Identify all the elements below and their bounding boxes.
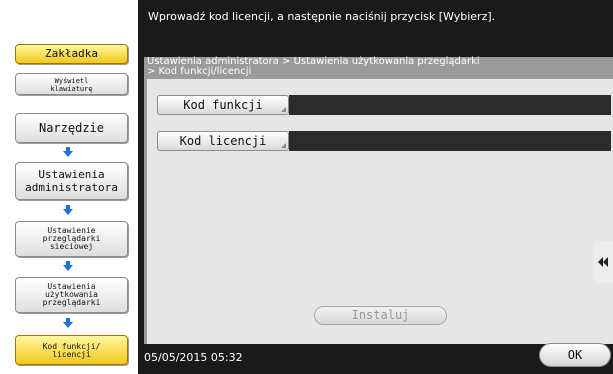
license-code-field[interactable] [289, 131, 611, 151]
arrow-down-icon [63, 318, 73, 328]
sidebar-item-label: Ustawienia administratora [25, 168, 118, 194]
sidebar-item-label: Kod funkcji/ licencji [42, 342, 101, 359]
license-code-label: Kod licencji [179, 134, 267, 148]
corner-indicator-icon [281, 107, 286, 112]
ok-button[interactable]: OK [539, 343, 611, 367]
status-datetime: 05/05/2015 05:32 [144, 351, 243, 364]
sidebar-item-web-browser-setting[interactable]: Ustawienie przeglądarki sieciowej [15, 221, 128, 257]
sidebar-item-tool[interactable]: Narzędzie [15, 113, 128, 143]
content-area: Kod funkcji Kod licencji Instaluj [147, 79, 613, 344]
arrow-down-icon [63, 147, 73, 157]
tab-button[interactable]: Zakładka [15, 44, 128, 64]
double-arrow-left-icon [598, 257, 608, 267]
side-panel-tab[interactable] [593, 241, 613, 283]
sidebar: Zakładka Wyświetl klawiaturę Narzędzie U… [0, 0, 138, 374]
sidebar-item-function-license-code[interactable]: Kod funkcji/ licencji [15, 335, 128, 365]
sidebar-item-label: Ustawienie przeglądarki sieciowej [42, 226, 101, 251]
sidebar-item-label: Narzędzie [38, 121, 105, 135]
settings-panel: Ustawienia administratora > Ustawienia u… [144, 57, 613, 344]
instruction-message: Wprowadź kod licencji, a następnie naciś… [148, 10, 496, 23]
function-code-button[interactable]: Kod funkcji [157, 95, 289, 115]
arrow-down-icon [63, 261, 73, 271]
install-button[interactable]: Instaluj [314, 306, 447, 325]
show-keyboard-label: Wyświetl klawiaturę [50, 77, 93, 93]
license-code-button[interactable]: Kod licencji [157, 131, 289, 151]
function-code-field[interactable] [289, 95, 611, 115]
sidebar-item-browser-usage-settings[interactable]: Ustawienia użytkowania przeglądarki [15, 277, 128, 313]
breadcrumb: Ustawienia administratora > Ustawienia u… [147, 56, 480, 77]
main-panel: Wprowadź kod licencji, a następnie naciś… [138, 0, 613, 374]
show-keyboard-button[interactable]: Wyświetl klawiaturę [15, 73, 128, 95]
tab-button-label: Zakładka [45, 47, 98, 60]
sidebar-item-admin-settings[interactable]: Ustawienia administratora [15, 162, 128, 200]
arrow-down-icon [63, 205, 73, 215]
function-code-label: Kod funkcji [183, 98, 263, 112]
corner-indicator-icon [281, 143, 286, 148]
sidebar-item-label: Ustawienia użytkowania przeglądarki [42, 282, 101, 307]
